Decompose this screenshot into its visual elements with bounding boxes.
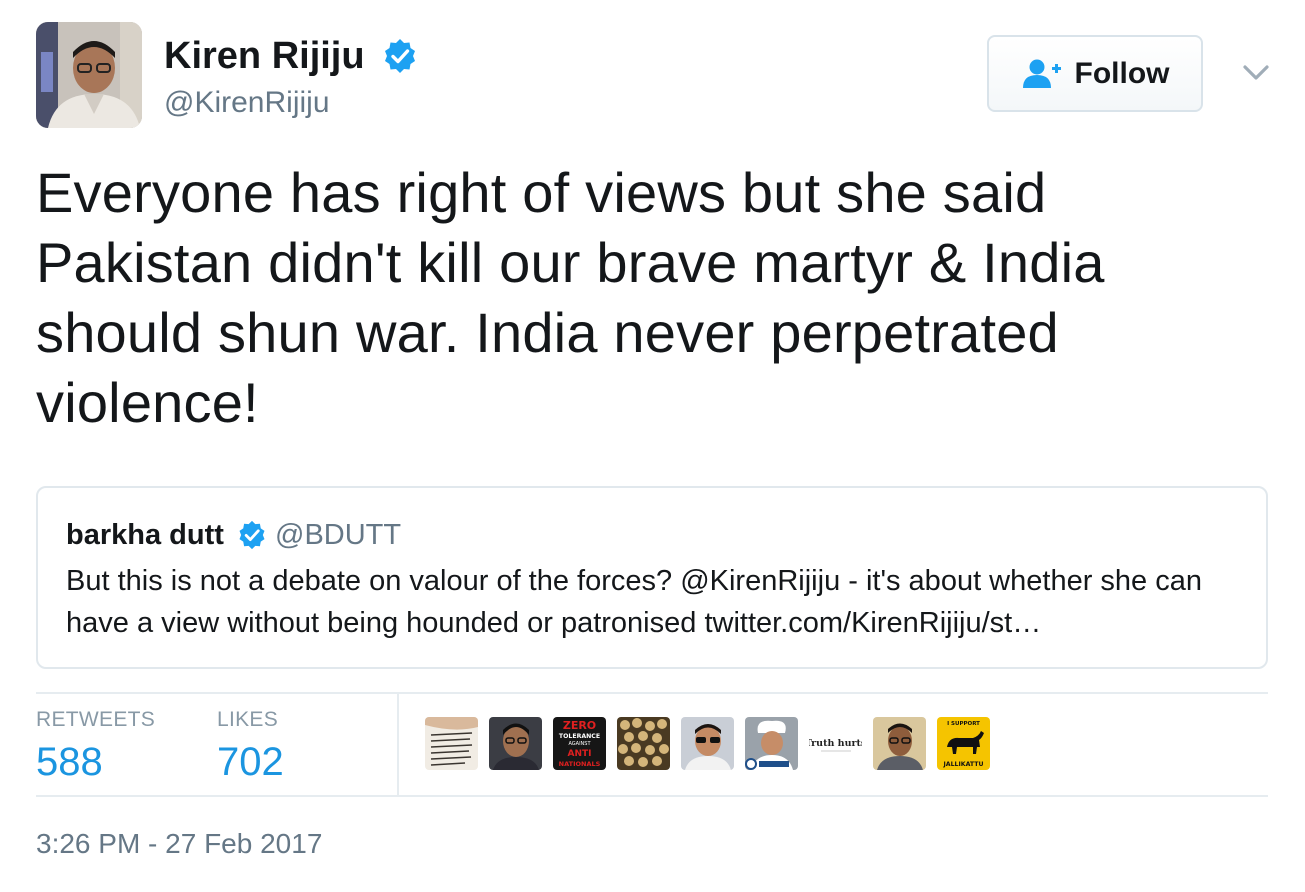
liker-avatar[interactable]	[681, 717, 734, 770]
retweets-count: 588	[36, 740, 103, 784]
liker-avatar[interactable]	[873, 717, 926, 770]
liker-anti-text: ANTI	[568, 749, 592, 759]
stats-top-divider	[36, 692, 1268, 694]
tweet-text: Everyone has right of views but she said…	[36, 161, 1105, 434]
quoted-tweet-card[interactable]: barkha dutt @BDUTT But this is not a deb…	[36, 486, 1268, 669]
liker-avatar[interactable]: Truth hurts	[809, 717, 862, 770]
add-user-icon	[1022, 59, 1061, 88]
liker-avatar[interactable]: ZERO TOLERANCE AGAINST ANTI NATIONALS	[553, 717, 606, 770]
liker-truth-hurts-text: Truth hurts	[809, 738, 862, 749]
chevron-down-icon[interactable]	[1240, 58, 1272, 86]
liker-avatar[interactable]	[745, 717, 798, 770]
follow-label: Follow	[1074, 56, 1170, 90]
quoted-author-handle: @BDUTT	[275, 519, 402, 551]
liker-avatar[interactable]	[489, 717, 542, 770]
liker-tolerance-text: TOLERANCE	[559, 733, 600, 740]
liker-avatar[interactable]	[425, 717, 478, 770]
quoted-tweet-text: But this is not a debate on valour of th…	[66, 565, 1202, 639]
liker-against-text: AGAINST	[568, 741, 591, 747]
author-name[interactable]: Kiren Rijiju	[164, 34, 365, 78]
author-avatar[interactable]	[36, 22, 142, 128]
follow-button[interactable]: Follow	[987, 35, 1203, 112]
retweets-label: RETWEETS	[36, 708, 156, 731]
tweet-timestamp[interactable]: 3:26 PM - 27 Feb 2017	[36, 826, 322, 862]
liker-zero-text: ZERO	[563, 719, 596, 732]
author-handle[interactable]: @KirenRijiju	[164, 84, 330, 122]
liker-avatar[interactable]	[617, 717, 670, 770]
liker-jallikattu-text: JALLIKATTU	[943, 761, 984, 768]
verified-badge-icon	[239, 520, 265, 550]
likes-count: 702	[217, 740, 284, 784]
liker-avatar[interactable]: I SUPPORT JALLIKATTU	[937, 717, 990, 770]
stats-divider	[397, 693, 399, 796]
likes-stat[interactable]: LIKES 702	[217, 708, 284, 786]
likes-label: LIKES	[217, 708, 279, 731]
liker-avatars: ZERO TOLERANCE AGAINST ANTI NATIONALS ru…	[425, 717, 990, 771]
verified-badge-icon	[385, 39, 415, 73]
retweets-stat[interactable]: RETWEETS 588	[36, 708, 155, 786]
stats-bottom-divider	[36, 795, 1268, 797]
quoted-author-name: barkha dutt	[66, 519, 224, 551]
liker-support-text: I SUPPORT	[947, 721, 980, 727]
liker-nationals-text: NATIONALS	[559, 760, 601, 768]
